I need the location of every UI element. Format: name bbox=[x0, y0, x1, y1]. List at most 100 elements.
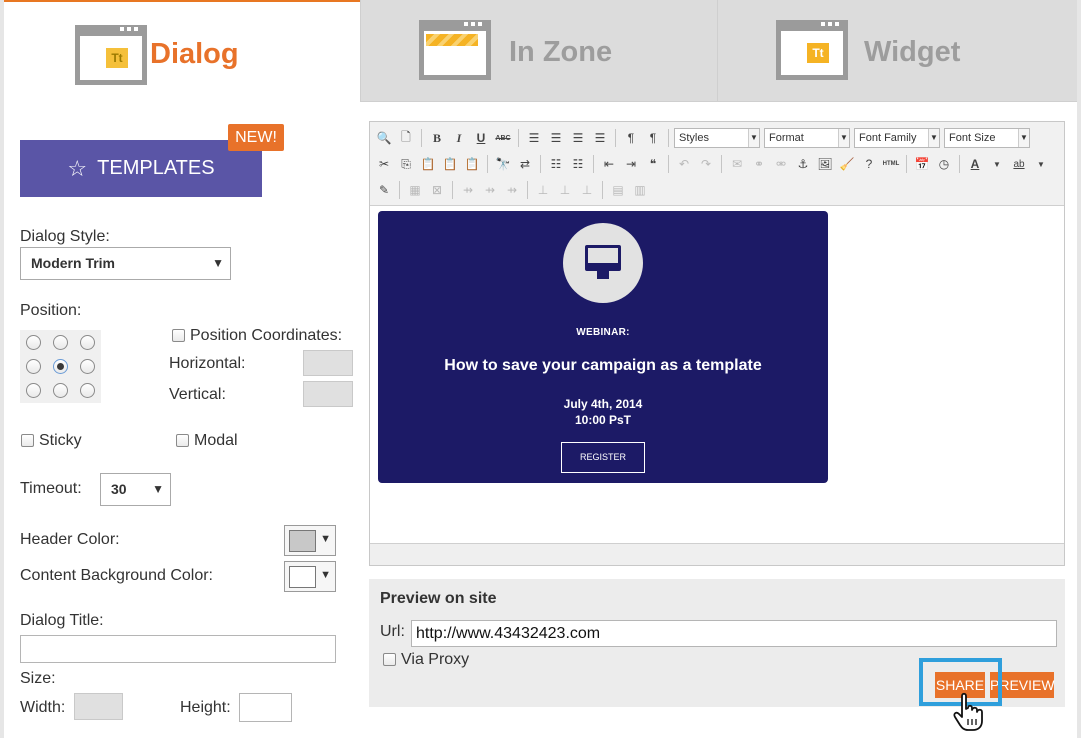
align-right-icon[interactable]: ☰ bbox=[568, 128, 588, 148]
insert-date-icon[interactable]: 📅 bbox=[912, 154, 932, 174]
bold-button[interactable]: B bbox=[427, 128, 447, 148]
format-select-label: Format bbox=[769, 132, 804, 144]
anchor-icon[interactable]: ⚓ bbox=[793, 154, 813, 174]
highlight-color-dropdown-icon[interactable]: ▼ bbox=[1031, 154, 1051, 174]
width-input[interactable] bbox=[74, 693, 123, 720]
position-top-center-radio[interactable] bbox=[53, 335, 68, 350]
position-coordinates-checkbox[interactable] bbox=[172, 329, 185, 342]
hand-pointer-cursor-icon bbox=[953, 692, 983, 731]
blockquote-icon[interactable]: ❝ bbox=[643, 154, 663, 174]
split-cells-icon[interactable]: ▥ bbox=[630, 180, 650, 200]
paste-word-icon[interactable]: 📋 bbox=[462, 154, 482, 174]
row-delete-icon[interactable]: ⇸ bbox=[502, 180, 522, 200]
outdent-icon[interactable]: ⇤ bbox=[599, 154, 619, 174]
indent-icon[interactable]: ⇥ bbox=[621, 154, 641, 174]
height-label: Height: bbox=[180, 699, 231, 716]
find-icon[interactable]: 🔍 bbox=[374, 128, 394, 148]
position-bottom-left-radio[interactable] bbox=[26, 383, 41, 398]
merge-cells-icon[interactable]: ▤ bbox=[608, 180, 628, 200]
tab-dialog[interactable]: Tt Dialog bbox=[4, 0, 360, 102]
email-link-icon[interactable]: ✉ bbox=[727, 154, 747, 174]
paste-text-icon[interactable]: 📋 bbox=[440, 154, 460, 174]
align-center-icon[interactable]: ☰ bbox=[546, 128, 566, 148]
numbered-list-icon[interactable]: ☷ bbox=[568, 154, 588, 174]
position-top-right-radio[interactable] bbox=[80, 335, 95, 350]
search-icon[interactable]: 🔭 bbox=[493, 154, 513, 174]
table-icon[interactable]: ▦ bbox=[405, 180, 425, 200]
position-middle-right-radio[interactable] bbox=[80, 359, 95, 374]
highlight-color-icon[interactable]: ab bbox=[1009, 154, 1029, 174]
editor-status-bar bbox=[370, 543, 1064, 565]
cleanup-icon[interactable]: 🧹 bbox=[837, 154, 857, 174]
dialog-title-input[interactable] bbox=[20, 635, 336, 663]
font-size-select[interactable]: Font Size ▼ bbox=[944, 128, 1030, 148]
monitor-icon bbox=[585, 245, 621, 271]
new-document-icon[interactable]: 🗋 bbox=[396, 128, 416, 148]
insert-time-icon[interactable]: ◷ bbox=[934, 154, 954, 174]
table-delete-icon[interactable]: ⊠ bbox=[427, 180, 447, 200]
sticky-checkbox[interactable] bbox=[21, 434, 34, 447]
row-insert-before-icon[interactable]: ⇸ bbox=[458, 180, 478, 200]
edit-css-icon[interactable]: ✎ bbox=[374, 180, 394, 200]
link-icon[interactable]: ⚭ bbox=[749, 154, 769, 174]
cut-icon[interactable]: ✂ bbox=[374, 154, 394, 174]
help-icon[interactable]: ? bbox=[859, 154, 879, 174]
dialog-style-select[interactable]: Modern Trim ▼ bbox=[20, 247, 231, 280]
position-top-left-radio[interactable] bbox=[26, 335, 41, 350]
col-delete-icon[interactable]: ⊥ bbox=[577, 180, 597, 200]
strikethrough-button[interactable]: ABC bbox=[493, 128, 513, 148]
webinar-kicker: WEBINAR: bbox=[576, 327, 630, 338]
tab-icon-badge: Tt bbox=[807, 43, 829, 63]
content-background-color-swatch bbox=[289, 566, 316, 588]
position-middle-center-radio[interactable] bbox=[53, 359, 68, 374]
templates-label: TEMPLATES bbox=[97, 157, 215, 179]
header-color-picker[interactable]: ▼ bbox=[284, 525, 336, 556]
replace-icon[interactable]: ⇄ bbox=[515, 154, 535, 174]
paste-icon[interactable]: 📋 bbox=[418, 154, 438, 174]
templates-button[interactable]: ☆ TEMPLATES bbox=[20, 140, 262, 197]
font-family-select[interactable]: Font Family ▼ bbox=[854, 128, 940, 148]
italic-button[interactable]: I bbox=[449, 128, 469, 148]
html-button[interactable]: HTML bbox=[881, 154, 901, 174]
ltr-direction-icon[interactable]: ¶ bbox=[621, 128, 641, 148]
widget-window-icon: Tt bbox=[776, 20, 848, 80]
undo-icon[interactable]: ↶ bbox=[674, 154, 694, 174]
text-color-icon[interactable]: A bbox=[965, 154, 985, 174]
dropdown-arrow-icon: ▼ bbox=[152, 482, 164, 496]
content-background-color-picker[interactable]: ▼ bbox=[284, 561, 336, 592]
image-icon[interactable]: 🖼 bbox=[815, 154, 835, 174]
align-left-icon[interactable]: ☰ bbox=[524, 128, 544, 148]
align-justify-icon[interactable]: ☰ bbox=[590, 128, 610, 148]
col-insert-after-icon[interactable]: ⊥ bbox=[555, 180, 575, 200]
unlink-icon[interactable]: ⚮ bbox=[771, 154, 791, 174]
col-insert-before-icon[interactable]: ⊥ bbox=[533, 180, 553, 200]
position-bottom-center-radio[interactable] bbox=[53, 383, 68, 398]
height-input[interactable] bbox=[239, 693, 292, 722]
row-insert-after-icon[interactable]: ⇸ bbox=[480, 180, 500, 200]
webinar-title: How to save your campaign as a template bbox=[444, 357, 762, 374]
underline-button[interactable]: U bbox=[471, 128, 491, 148]
text-color-dropdown-icon[interactable]: ▼ bbox=[987, 154, 1007, 174]
rtl-direction-icon[interactable]: ¶ bbox=[643, 128, 663, 148]
header-color-swatch bbox=[289, 530, 316, 552]
position-middle-left-radio[interactable] bbox=[26, 359, 41, 374]
url-input[interactable]: http://www.43432423.com bbox=[411, 620, 1057, 647]
timeout-select[interactable]: 30 ▼ bbox=[100, 473, 171, 506]
position-label: Position: bbox=[20, 302, 82, 319]
copy-icon[interactable]: ⎘ bbox=[396, 154, 416, 174]
bullet-list-icon[interactable]: ☷ bbox=[546, 154, 566, 174]
styles-select[interactable]: Styles ▼ bbox=[674, 128, 760, 148]
position-bottom-right-radio[interactable] bbox=[80, 383, 95, 398]
tab-widget[interactable]: Tt Widget bbox=[717, 0, 1077, 102]
tab-in-zone[interactable]: In Zone bbox=[360, 0, 717, 102]
redo-icon[interactable]: ↷ bbox=[696, 154, 716, 174]
vertical-input[interactable] bbox=[303, 381, 353, 407]
font-size-select-label: Font Size bbox=[949, 132, 996, 144]
modal-checkbox[interactable] bbox=[176, 434, 189, 447]
format-select[interactable]: Format ▼ bbox=[764, 128, 850, 148]
via-proxy-checkbox[interactable] bbox=[383, 653, 396, 666]
webinar-card: WEBINAR: How to save your campaign as a … bbox=[378, 211, 828, 483]
styles-select-label: Styles bbox=[679, 132, 709, 144]
register-button[interactable]: REGISTER bbox=[561, 442, 645, 473]
horizontal-input[interactable] bbox=[303, 350, 353, 376]
